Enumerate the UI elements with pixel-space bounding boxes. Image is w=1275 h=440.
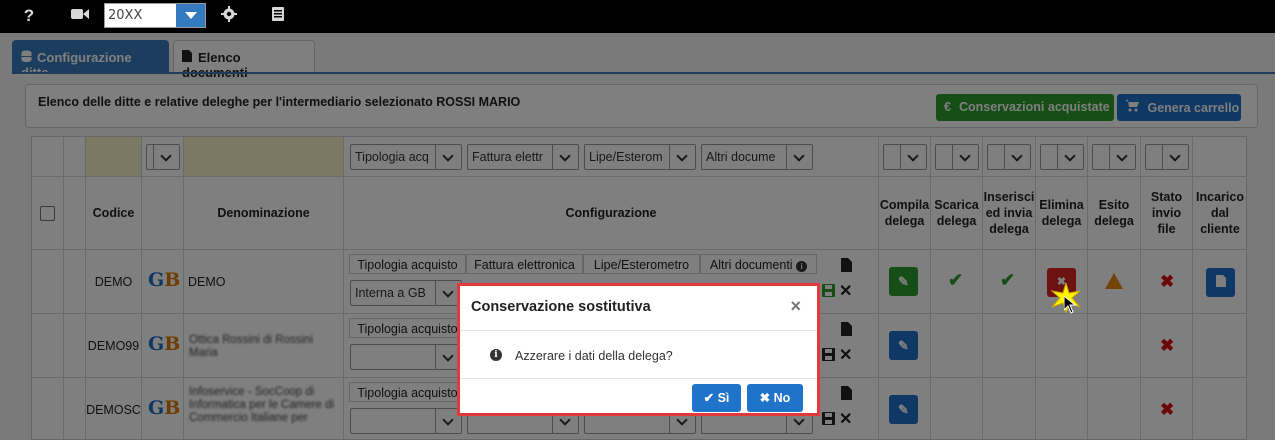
check-icon: ✔	[703, 391, 715, 405]
year-select[interactable]: 20XX	[104, 3, 206, 28]
chevron-down-icon[interactable]	[176, 4, 205, 27]
close-icon: ✖	[759, 391, 771, 405]
dialog-message: Azzerare i dati della delega?	[515, 349, 673, 363]
video-camera-icon[interactable]	[70, 6, 90, 26]
dialog-footer: ✔ Sì ✖ No	[460, 378, 817, 413]
top-toolbar: ? 20XX	[0, 0, 1275, 33]
help-icon[interactable]: ?	[19, 6, 39, 26]
info-icon: i	[490, 349, 502, 361]
dialog-title: Conservazione sostitutiva	[471, 299, 651, 315]
yes-button[interactable]: ✔ Sì	[692, 384, 741, 412]
year-value: 20XX	[108, 8, 143, 23]
close-icon[interactable]: ×	[790, 296, 801, 317]
mouse-cursor-icon	[1063, 294, 1077, 317]
no-button[interactable]: ✖ No	[747, 384, 803, 412]
dialog-header: Conservazione sostitutiva ×	[460, 286, 817, 331]
confirm-dialog: Conservazione sostitutiva × i Azzerare i…	[457, 283, 820, 416]
button-label: Sì	[717, 391, 730, 405]
book-icon[interactable]	[268, 6, 288, 27]
gear-icon[interactable]	[219, 6, 239, 27]
button-label: No	[773, 391, 791, 405]
